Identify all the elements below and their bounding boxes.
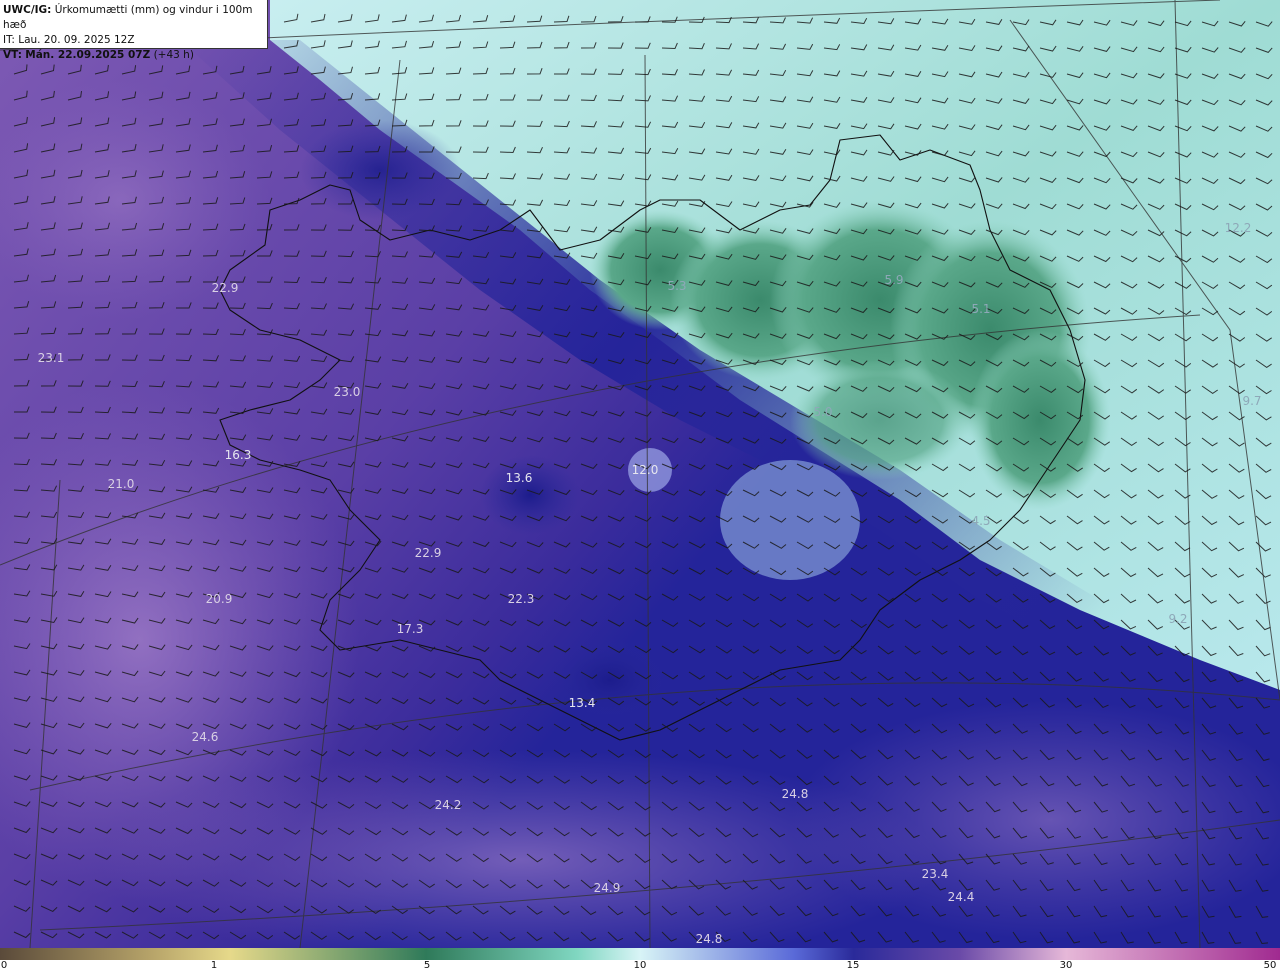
colorbar-tick: 30: [1059, 960, 1073, 971]
valid-time: Mán. 22.09.2025 07Z: [25, 49, 151, 61]
value-label: 20.9: [205, 592, 233, 606]
lead-time: (+43 h): [153, 49, 194, 61]
value-label: 9.7: [1242, 394, 1262, 408]
title-line: UWC/IG: Úrkomumætti (mm) og vindur i 100…: [3, 3, 267, 33]
value-label: 23.0: [333, 385, 361, 399]
map-header: UWC/IG: Úrkomumætti (mm) og vindur i 100…: [0, 0, 268, 61]
valid-prefix: VT:: [3, 49, 22, 61]
value-label: 16.3: [224, 448, 252, 462]
value-label: 5.9: [884, 273, 904, 287]
value-label: 5.1: [971, 302, 991, 316]
value-label: 24.6: [191, 730, 219, 744]
colorbar-tick: 0: [0, 960, 8, 971]
value-label: 24.9: [593, 881, 621, 895]
value-label: 23.1: [37, 351, 65, 365]
value-label: 5.0: [813, 405, 833, 419]
value-label: 24.4: [947, 890, 975, 904]
value-label: 9.2: [1168, 612, 1188, 626]
colorbar: [0, 948, 1280, 960]
issue-time: IT: Lau. 20. 09. 2025 12Z: [3, 34, 135, 46]
value-label: 12.0: [631, 463, 659, 477]
value-label: 24.8: [695, 932, 723, 946]
value-label: 24.2: [434, 798, 462, 812]
value-label: 13.4: [568, 696, 596, 710]
value-label: 21.0: [107, 477, 135, 491]
value-label: 22.9: [414, 546, 442, 560]
colorbar-tick: 15: [846, 960, 860, 971]
colorbar-tick: 5: [423, 960, 431, 971]
value-label: 13.6: [505, 471, 533, 485]
forecast-map: UWC/IG: Úrkomumætti (mm) og vindur i 100…: [0, 0, 1280, 948]
value-label: 22.3: [507, 592, 535, 606]
value-label: 4.5: [971, 514, 991, 528]
colorbar-tick: 10: [633, 960, 647, 971]
value-label: 22.9: [211, 281, 239, 295]
value-label: 23.4: [921, 867, 949, 881]
valid-time-line: VT: Mán. 22.09.2025 07Z (+43 h): [3, 48, 267, 63]
value-label: 24.8: [781, 787, 809, 801]
value-label: 12.2: [1224, 221, 1252, 235]
value-label: 5.3: [667, 279, 687, 293]
colorbar-tick: 50: [1263, 960, 1277, 971]
colorbar-tick: 1: [210, 960, 218, 971]
colorbar-ticks: 0 1 5 10 15 30 50: [0, 960, 1280, 978]
model-code: UWC/IG:: [3, 4, 52, 16]
value-label: 17.3: [396, 622, 424, 636]
